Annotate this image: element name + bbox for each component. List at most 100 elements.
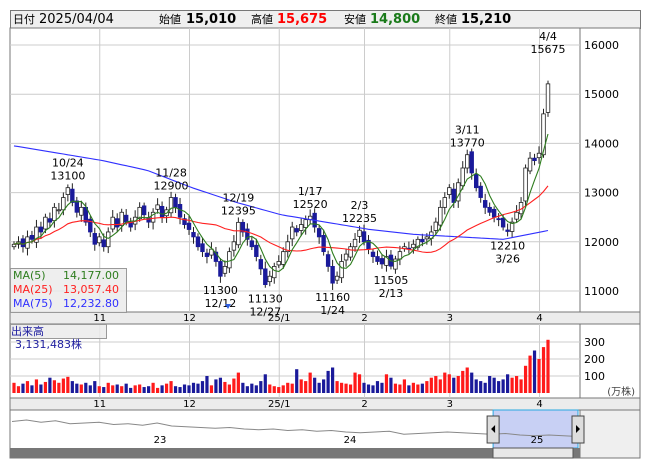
candle-down [294,228,299,233]
volume-bar [295,369,299,393]
volume-bar [434,376,438,393]
candle-up [222,265,228,274]
overview-year-label: 24 [344,435,357,446]
overview-side [579,409,641,459]
candle-up [110,216,115,230]
volume-bar [362,382,366,393]
candle-up [339,261,344,279]
volume-bar [497,381,501,393]
volume-bar [443,372,447,393]
candle-down [173,197,178,208]
volume-bar [483,382,487,393]
volume-bar [200,381,205,393]
candle-up [438,206,443,226]
candle-down [191,232,196,238]
volume-bar [12,382,16,393]
ma-legend-row: MA(25) 13,057.40 [11,283,126,297]
candle-down [258,259,264,270]
volume-bar [138,384,142,393]
candle-down [487,206,492,213]
candle-down [500,217,506,228]
volume-bar [30,385,34,393]
volume-bar [120,386,124,393]
volume-bar [479,381,483,393]
volume-bar [133,385,137,393]
candle-down [361,231,367,243]
volume-bar [317,382,321,393]
high-annotation-date: 2/3 [351,199,369,212]
volume-bar [223,381,227,393]
volume-bar [124,383,128,393]
high-annotation-date: 4/4 [539,30,557,43]
overview-year-label: 23 [154,435,167,446]
month-label: 11 [93,313,106,324]
volume-bar [528,355,532,393]
candle-down [159,205,165,218]
candle-up [231,241,237,251]
candle-up [43,216,48,230]
high-annotation-value: 12235 [342,212,377,225]
candle-up [97,236,102,244]
low-annotation-value: 11300 [203,284,238,297]
high-annotation-value: 15675 [531,43,566,56]
candle-down [186,222,192,230]
volume-bar [84,382,88,393]
price-tick: 16000 [584,39,619,52]
candle-down [249,240,255,248]
candle-up [11,243,17,248]
volume-bar [178,387,182,393]
low-annotation-value: 12210 [490,239,525,252]
volume-bar [151,382,155,393]
candle-down [420,238,425,243]
candle-up [236,221,241,246]
candle-down [218,261,223,277]
volume-bar [532,350,537,393]
month-label: 4 [536,313,542,324]
volume-bar [227,384,231,393]
ma-value: 14,177.00 [63,269,119,282]
volume-bar [205,376,209,393]
ma-legend-row: MA(75) 12,232.80 [11,297,126,311]
candle-up [272,265,277,279]
volume-bar [506,374,510,393]
ma-value: 12,232.80 [63,297,119,310]
candle-up [357,229,362,237]
candle-up [227,251,232,269]
volume-bar [254,385,258,393]
volume-bar [214,379,218,393]
ma-value: 13,057.40 [63,283,119,296]
candle-up [298,224,304,231]
ma-legend-row: MA(5) 14,177.00 [11,269,126,283]
volume-bar [61,378,65,393]
candle-down [204,252,210,257]
high-annotation-date: 12/19 [223,191,255,204]
volume-bar [48,377,52,393]
month-label: 12 [183,399,196,410]
price-tick: 12000 [584,236,619,249]
volume-legend: 出来高 3,131,483株 [10,324,107,351]
stock-chart[interactable]: 23 24 25 10/2413100 11/281290012/19123951/1… [0,0,653,470]
scrollbar-thumb[interactable] [492,447,574,459]
price-axis-frame [579,27,641,313]
candle-down [115,218,120,228]
low-annotation-value: 11160 [315,291,350,304]
volume-bar [236,372,240,393]
volume-bar [420,383,424,393]
candle-up [352,238,358,248]
volume-bar [142,387,146,393]
candle-up [106,231,111,248]
volume-bar [429,377,433,393]
candle-down [505,229,510,232]
month-label: 25/1 [268,399,290,410]
price-tick: 15000 [584,88,619,101]
volume-tick: 200 [584,353,605,366]
month-label: 3 [447,399,453,410]
candle-down [532,157,537,162]
month-label: 25/1 [268,313,290,324]
volume-bar [164,383,169,393]
candle-up [267,275,272,283]
candle-up [281,251,286,265]
volume-bar [304,381,308,393]
volume-bar [196,383,200,393]
candle-up [527,157,533,172]
